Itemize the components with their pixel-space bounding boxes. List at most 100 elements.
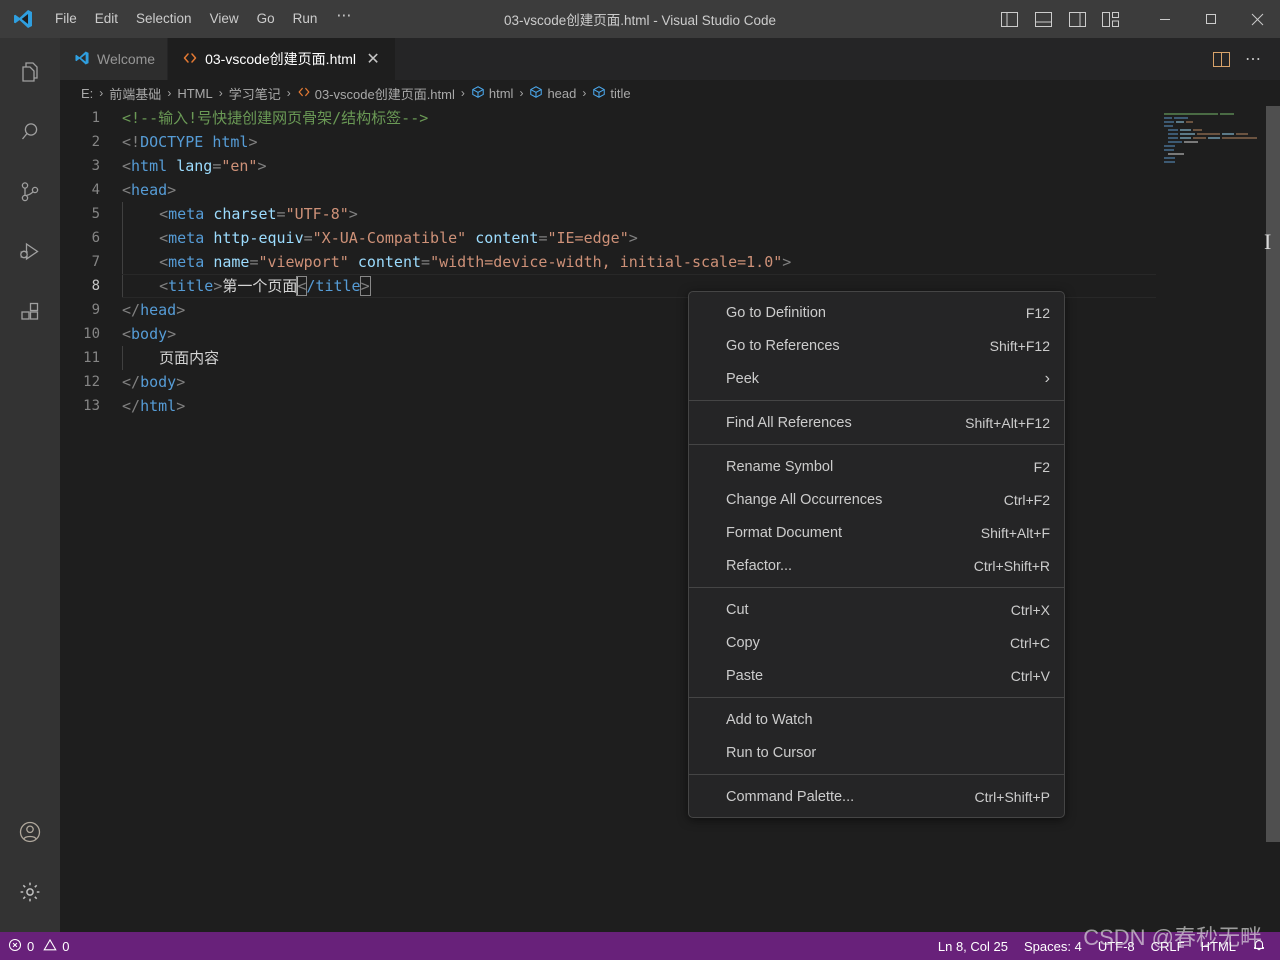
menu-item-format-document[interactable]: Format Document Shift+Alt+F xyxy=(689,516,1064,549)
line-number: 5 xyxy=(91,206,100,222)
menu-view[interactable]: View xyxy=(201,5,248,33)
editor-scrollbar[interactable] xyxy=(1266,106,1280,932)
toggle-panel-icon[interactable] xyxy=(1026,0,1060,38)
status-notifications[interactable] xyxy=(1244,932,1274,960)
tab-welcome[interactable]: Welcome xyxy=(60,38,169,80)
menu-item-copy[interactable]: Copy Ctrl+C xyxy=(689,626,1064,659)
activitybar-item-run-and-debug[interactable] xyxy=(0,224,60,284)
toggle-secondary-sidebar-icon[interactable] xyxy=(1060,0,1094,38)
breadcrumb-item-drive[interactable]: E: xyxy=(81,86,93,101)
tab-label: 03-vscode创建页面.html xyxy=(205,51,357,67)
code-text: <meta name="viewport" content="width=dev… xyxy=(122,250,791,274)
menu-item-command-palette[interactable]: Command Palette... Ctrl+Shift+P xyxy=(689,780,1064,813)
menu-item-refactor[interactable]: Refactor... Ctrl+Shift+R xyxy=(689,549,1064,582)
maximize-button[interactable] xyxy=(1188,0,1234,38)
workbench-body: Welcome 03-vscode创建页面.html ✕ ⋯ E: › 前端基础… xyxy=(0,38,1280,932)
activitybar-item-source-control[interactable] xyxy=(0,164,60,224)
line-number: 10 xyxy=(83,326,100,342)
scrollbar-thumb[interactable] xyxy=(1266,106,1280,842)
status-problems[interactable]: 0 0 xyxy=(0,932,77,960)
menu-file[interactable]: File xyxy=(46,5,86,33)
menu-item-paste[interactable]: Paste Ctrl+V xyxy=(689,659,1064,692)
code-text: <html lang="en"> xyxy=(122,157,267,175)
close-button[interactable] xyxy=(1234,0,1280,38)
error-icon xyxy=(8,938,22,955)
status-encoding[interactable]: UTF-8 xyxy=(1090,932,1143,960)
activitybar-item-search[interactable] xyxy=(0,104,60,164)
menu-item-add-to-watch[interactable]: Add to Watch xyxy=(689,703,1064,736)
code-line: 5 <meta charset="UTF-8"> xyxy=(60,202,1156,226)
minimap-row xyxy=(1156,160,1266,163)
menu-edit[interactable]: Edit xyxy=(86,5,127,33)
line-number: 3 xyxy=(91,158,100,174)
status-cursor-position[interactable]: Ln 8, Col 25 xyxy=(930,932,1016,960)
breadcrumb-label: HTML xyxy=(177,85,213,101)
menu-go[interactable]: Go xyxy=(248,5,284,33)
split-editor-icon[interactable] xyxy=(1206,38,1236,80)
minimize-button[interactable] xyxy=(1142,0,1188,38)
editor-group: Welcome 03-vscode创建页面.html ✕ ⋯ E: › 前端基础… xyxy=(60,38,1280,932)
menu-item-run-to-cursor[interactable]: Run to Cursor xyxy=(689,736,1064,769)
menu-item-label: Command Palette... xyxy=(726,788,855,805)
activity-bar xyxy=(0,38,60,932)
menu-item-label: Change All Occurrences xyxy=(726,491,883,508)
status-language-mode[interactable]: HTML xyxy=(1193,932,1244,960)
minimap[interactable] xyxy=(1156,106,1266,932)
menu-item-label: Go to References xyxy=(726,337,840,354)
html-icon xyxy=(297,85,311,102)
menu-run[interactable]: Run xyxy=(284,5,327,33)
line-number: 11 xyxy=(83,350,100,366)
menu-more-icon[interactable]: ⋯ xyxy=(326,6,362,32)
activitybar-item-accounts[interactable] xyxy=(0,804,60,864)
toggle-primary-sidebar-icon[interactable] xyxy=(992,0,1026,38)
breadcrumb-item-folder-2[interactable]: HTML xyxy=(177,86,212,101)
menu-item-go-to-references[interactable]: Go to References Shift+F12 xyxy=(689,329,1064,362)
breadcrumb-item-symbol-title[interactable]: title xyxy=(592,85,631,102)
breadcrumb-item-symbol-html[interactable]: html xyxy=(471,85,513,102)
editor-context-menu[interactable]: Go to Definition F12 Go to References Sh… xyxy=(688,291,1065,818)
bell-icon xyxy=(1252,937,1266,955)
html-icon xyxy=(182,50,198,69)
menu-item-find-all-references[interactable]: Find All References Shift+Alt+F12 xyxy=(689,406,1064,439)
menu-item-go-to-definition[interactable]: Go to Definition F12 xyxy=(689,296,1064,329)
code-text: 页面内容 xyxy=(122,346,219,370)
menu-item-shortcut: Ctrl+C xyxy=(1009,634,1050,651)
line-number: 6 xyxy=(91,230,100,246)
menu-item-label: Format Document xyxy=(726,524,843,541)
files-icon xyxy=(17,59,43,90)
menu-item-change-all-occurrences[interactable]: Change All Occurrences Ctrl+F2 xyxy=(689,483,1064,516)
menu-selection[interactable]: Selection xyxy=(127,5,201,33)
activitybar-item-explorer[interactable] xyxy=(0,44,60,104)
source-control-icon xyxy=(17,179,43,210)
tab-03-vscode-page-html[interactable]: 03-vscode创建页面.html ✕ xyxy=(168,38,397,80)
customize-layout-icon[interactable] xyxy=(1094,0,1128,38)
status-indentation[interactable]: Spaces: 4 xyxy=(1016,932,1090,960)
breadcrumb-separator: › xyxy=(460,86,465,100)
breadcrumb-item-file[interactable]: 03-vscode创建页面.html xyxy=(297,84,455,103)
minimap-row xyxy=(1156,132,1266,135)
menu-item-peek[interactable]: Peek › xyxy=(689,362,1064,395)
menu-item-rename-symbol[interactable]: Rename Symbol F2 xyxy=(689,450,1064,483)
menu-item-shortcut: F2 xyxy=(1033,458,1050,475)
menu-item-shortcut: Ctrl+Shift+R xyxy=(973,557,1050,574)
breadcrumb-item-folder-3[interactable]: 学习笔记 xyxy=(229,84,281,103)
gear-icon xyxy=(17,879,43,910)
menu-item-cut[interactable]: Cut Ctrl+X xyxy=(689,593,1064,626)
menu-item-label: Find All References xyxy=(726,414,852,431)
breadcrumb-item-symbol-head[interactable]: head xyxy=(529,85,576,102)
activitybar-item-extensions[interactable] xyxy=(0,284,60,344)
activitybar-item-manage[interactable] xyxy=(0,864,60,924)
close-icon[interactable]: ✕ xyxy=(363,49,383,69)
status-eol[interactable]: CRLF xyxy=(1143,932,1193,960)
line-number: 12 xyxy=(83,374,100,390)
extensions-icon xyxy=(17,299,43,330)
menu-separator xyxy=(689,400,1064,401)
breadcrumb-item-folder-1[interactable]: 前端基础 xyxy=(109,84,161,103)
line-number: 1 xyxy=(91,110,100,126)
breadcrumb-separator: › xyxy=(582,86,587,100)
tab-bar: Welcome 03-vscode创建页面.html ✕ ⋯ xyxy=(60,38,1280,80)
vscode-icon xyxy=(74,50,90,69)
code-line: 3 <html lang="en"> xyxy=(60,154,1156,178)
symbol-icon xyxy=(529,85,543,102)
ellipsis-icon[interactable]: ⋯ xyxy=(1238,38,1268,80)
